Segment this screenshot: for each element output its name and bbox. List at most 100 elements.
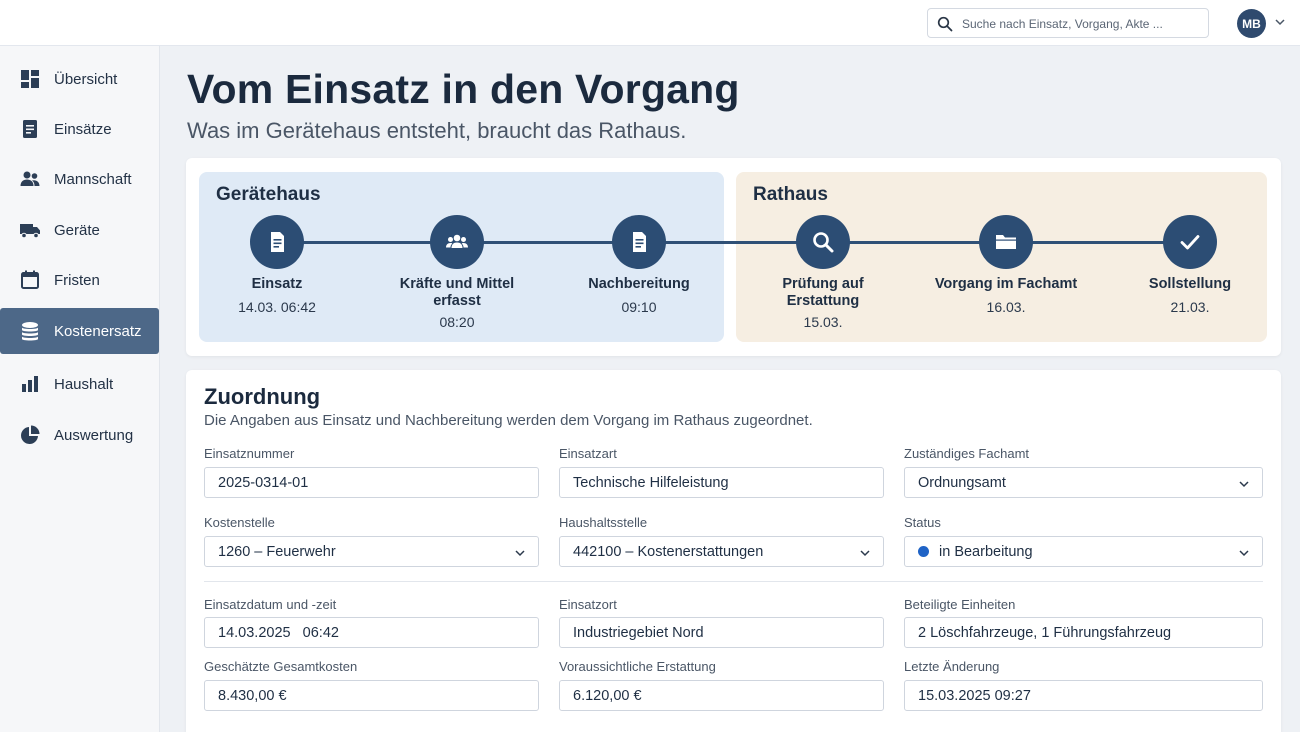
field-value: 2 Löschfahrzeuge, 1 Führungsfahrzeug bbox=[918, 624, 1172, 641]
field-label: Voraussichtliche Erstattung bbox=[559, 659, 716, 674]
people-icon bbox=[20, 171, 40, 186]
step-vorgang[interactable] bbox=[979, 215, 1033, 269]
einsatzdatum-field[interactable]: 14.03.2025 06:42 bbox=[204, 617, 539, 648]
field-label: Geschätzte Gesamtkosten bbox=[204, 659, 358, 674]
chevron-down-icon bbox=[1239, 481, 1249, 488]
step-time: 16.03. bbox=[986, 299, 1026, 315]
field-value: in Bearbeitung bbox=[939, 543, 1033, 560]
sidebar-item-haushalt[interactable]: Haushalt bbox=[0, 361, 159, 407]
document-icon bbox=[633, 232, 646, 252]
sidebar-item-geraete[interactable]: Geräte bbox=[0, 207, 159, 253]
search-box[interactable] bbox=[927, 8, 1209, 38]
step-time: 08:20 bbox=[439, 314, 475, 330]
zone-title: Gerätehaus bbox=[216, 184, 321, 205]
top-bar: MB bbox=[0, 0, 1300, 46]
zone-title: Rathaus bbox=[753, 184, 828, 205]
sidebar-item-label: Einsätze bbox=[54, 120, 112, 138]
step-label: Einsatz bbox=[251, 276, 303, 292]
form-subtitle: Die Angaben aus Einsatz und Nachbereitun… bbox=[204, 412, 813, 429]
sidebar-item-label: Kostenersatz bbox=[54, 322, 142, 340]
page-title: Vom Einsatz in den Vorgang bbox=[187, 66, 740, 112]
step-nachbereitung[interactable] bbox=[612, 215, 666, 269]
step-time: 15.03. bbox=[803, 314, 843, 330]
sidebar-item-label: Haushalt bbox=[54, 375, 114, 393]
flow-connector bbox=[664, 241, 799, 244]
fachamt-select[interactable]: Ordnungsamt bbox=[904, 467, 1263, 498]
einsatznummer-field[interactable]: 2025-0314-01 bbox=[204, 467, 539, 498]
folder-icon bbox=[996, 235, 1016, 249]
einsatzart-field[interactable]: Technische Hilfeleistung bbox=[559, 467, 884, 498]
flow-connector bbox=[302, 241, 434, 244]
avatar[interactable]: MB bbox=[1237, 9, 1266, 38]
kostenstelle-select[interactable]: 1260 – Feuerwehr bbox=[204, 536, 539, 567]
sidebar-item-label: Mannschaft bbox=[54, 170, 132, 188]
flow-connector bbox=[482, 241, 615, 244]
document-icon bbox=[271, 232, 284, 252]
sidebar-item-fristen[interactable]: Fristen bbox=[0, 257, 159, 303]
field-label: Einsatzort bbox=[559, 597, 617, 612]
sidebar-item-label: Geräte bbox=[54, 221, 100, 239]
sidebar-item-label: Fristen bbox=[54, 271, 100, 289]
step-time: 14.03. 06:42 bbox=[238, 299, 316, 315]
pie-chart-icon bbox=[21, 425, 40, 444]
field-value: 15.03.2025 09:27 bbox=[918, 687, 1031, 704]
sidebar-item-uebersicht[interactable]: Übersicht bbox=[0, 56, 159, 102]
step-pruefung[interactable] bbox=[796, 215, 850, 269]
sidebar-item-mannschaft[interactable]: Mannschaft bbox=[0, 156, 159, 202]
search-icon bbox=[937, 16, 953, 32]
haushaltsstelle-select[interactable]: 442100 – Kostenerstattungen bbox=[559, 536, 884, 567]
step-label: Vorgang im Fachamt bbox=[934, 276, 1078, 292]
calendar-icon bbox=[21, 270, 39, 289]
process-flow-card: Gerätehaus Rathaus bbox=[186, 158, 1281, 356]
page-subtitle: Was im Gerätehaus entsteht, braucht das … bbox=[187, 118, 687, 143]
step-time: 21.03. bbox=[1170, 299, 1210, 315]
dashboard-icon bbox=[21, 70, 39, 88]
truck-icon bbox=[20, 224, 40, 239]
einsatzort-field[interactable]: Industriegebiet Nord bbox=[559, 617, 884, 648]
sidebar-item-kostenersatz[interactable]: Kostenersatz bbox=[0, 308, 159, 354]
step-label: Kräfte und Mittel erfasst bbox=[399, 276, 515, 309]
chevron-down-icon bbox=[515, 550, 525, 557]
group-icon bbox=[446, 234, 468, 248]
step-einsatz[interactable] bbox=[250, 215, 304, 269]
gesamtkosten-field[interactable]: 8.430,00 € bbox=[204, 680, 539, 711]
field-value: 6.120,00 € bbox=[573, 687, 642, 704]
chevron-down-icon bbox=[860, 550, 870, 557]
step-label: Nachbereitung bbox=[588, 276, 690, 292]
sidebar-item-auswertung[interactable]: Auswertung bbox=[0, 412, 159, 458]
erstattung-field[interactable]: 6.120,00 € bbox=[559, 680, 884, 711]
field-value: Industriegebiet Nord bbox=[573, 624, 704, 641]
check-icon bbox=[1180, 235, 1200, 250]
field-label: Kostenstelle bbox=[204, 515, 275, 530]
field-label: Einsatznummer bbox=[204, 446, 295, 461]
step-kraefte[interactable] bbox=[430, 215, 484, 269]
letzte-aenderung-field[interactable]: 15.03.2025 09:27 bbox=[904, 680, 1263, 711]
document-icon bbox=[23, 120, 37, 138]
step-label: Sollstellung bbox=[1148, 276, 1232, 292]
field-label: Einsatzart bbox=[559, 446, 617, 461]
chevron-down-icon bbox=[1239, 550, 1249, 557]
flow-connector bbox=[1031, 241, 1167, 244]
step-label: Prüfung auf Erstattung bbox=[782, 276, 864, 309]
field-label: Status bbox=[904, 515, 941, 530]
search-input[interactable] bbox=[962, 14, 1202, 34]
form-divider bbox=[204, 581, 1263, 582]
coins-icon bbox=[22, 322, 38, 341]
form-title: Zuordnung bbox=[204, 384, 321, 409]
field-value: 14.03.2025 06:42 bbox=[218, 624, 339, 641]
field-value: Technische Hilfeleistung bbox=[573, 474, 729, 491]
step-time: 09:10 bbox=[621, 299, 657, 315]
chevron-down-icon[interactable] bbox=[1274, 16, 1286, 28]
sidebar-item-einsaetze[interactable]: Einsätze bbox=[0, 106, 159, 152]
field-value: 442100 – Kostenerstattungen bbox=[573, 543, 764, 560]
sidebar-item-label: Auswertung bbox=[54, 426, 134, 444]
step-sollstellung[interactable] bbox=[1163, 215, 1217, 269]
einheiten-field[interactable]: 2 Löschfahrzeuge, 1 Führungsfahrzeug bbox=[904, 617, 1263, 648]
field-label: Haushaltsstelle bbox=[559, 515, 648, 530]
assignment-form-card: Zuordnung Die Angaben aus Einsatz und Na… bbox=[186, 370, 1281, 732]
field-label: Einsatzdatum und -zeit bbox=[204, 597, 337, 612]
status-select[interactable]: in Bearbeitung bbox=[904, 536, 1263, 567]
field-value: 1260 – Feuerwehr bbox=[218, 543, 336, 560]
bar-chart-icon bbox=[22, 376, 38, 392]
search-icon bbox=[813, 232, 834, 253]
